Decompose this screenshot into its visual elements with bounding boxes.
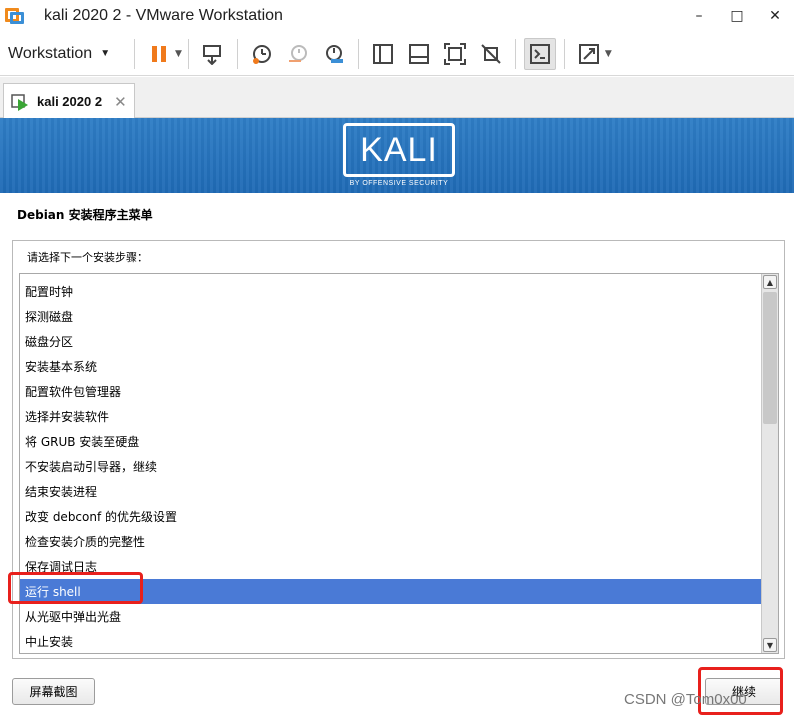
pause-icon [152,45,166,62]
close-button[interactable]: ✕ [756,0,794,32]
list-item[interactable]: 配置软件包管理器 [20,379,762,404]
installer-prompt: 请选择下一个安装步骤： [27,251,148,264]
toolbar-separator [563,38,565,69]
fullscreen-icon [443,42,466,65]
stretch-button[interactable] [573,38,605,70]
vmware-logo-icon [5,6,25,26]
kali-logo-text: KALI [360,130,438,169]
list-item[interactable]: 将 GRUB 安装至硬盘 [20,429,762,454]
list-item[interactable]: 运行 shell [20,579,762,604]
console-icon [529,43,550,64]
tab-kali-2020-2[interactable]: kali 2020 2 ✕ [3,83,135,119]
install-steps-list[interactable]: 配置时钟 探测磁盘 磁盘分区 安装基本系统 配置软件包管理器 选择并安装软件将 GRUB … [19,273,779,654]
toolbar-separator [134,38,135,69]
list-item[interactable]: 改变 debconf 的优先级设置 [20,504,762,529]
screenshot-button[interactable]: 屏幕截图 [12,678,95,705]
tab-close-icon[interactable]: ✕ [114,93,127,111]
watermark: CSDN @Tom0x00 [624,691,747,708]
vm-play-icon [11,93,28,111]
list-item[interactable]: 中止安装 [20,629,762,653]
workstation-menu[interactable]: Workstation ▼ [0,45,128,63]
list-item[interactable]: 检查安装介质的完整性 [20,529,762,554]
workstation-menu-label: Workstation [8,44,93,62]
list-item[interactable]: 不安装启动引导器，继续 [20,454,762,479]
pause-button[interactable] [143,38,175,70]
snapshot-manager-button[interactable] [318,38,350,70]
full-screen-button[interactable] [439,38,471,70]
tab-label: kali 2020 2 [37,94,103,109]
unity-button[interactable] [475,38,507,70]
list-item[interactable]: 从光驱中弹出光盘 [20,604,762,629]
unity-icon [481,43,501,64]
stretch-dropdown-icon[interactable]: ▼ [605,49,612,59]
thumbnail-bar-button[interactable] [403,38,435,70]
kali-logo-subtitle: BY OFFENSIVE SECURITY [349,180,449,187]
toolbar-separator [187,38,189,69]
list-scrollbar[interactable]: ▲ ▼ [761,274,778,653]
snapshot-button[interactable] [246,38,278,70]
pause-dropdown-icon[interactable]: ▼ [175,49,182,59]
revert-snapshot-button[interactable] [282,38,314,70]
scrollbar-thumb[interactable] [763,292,777,424]
list-item[interactable]: 保存调试日志 [20,554,762,579]
toolbar-separator [236,38,238,69]
list-item[interactable]: 安装基本系统 [20,354,762,379]
list-item[interactable]: 配置时钟 [20,279,762,304]
vm-tab-strip: kali 2020 2 ✕ [0,77,794,119]
revert-snapshot-icon [288,44,307,62]
installer-title: Debian 安装程序主菜单 [17,208,153,222]
stretch-icon [578,43,599,64]
kali-logo: KALI [343,123,455,177]
window-controls: – □ ✕ [680,0,794,32]
sidebar-icon [372,43,393,64]
thumbnail-bar-icon [408,43,429,64]
send-keys-button[interactable] [197,38,229,70]
list-item[interactable]: 探测磁盘 [20,304,762,329]
send-keys-icon [202,44,221,65]
installer-panel: 请选择下一个安装步骤： 配置时钟 探测磁盘 磁盘分区 安装基本系统 配置软件包管理器 选择… [12,240,785,659]
show-library-button[interactable] [367,38,399,70]
toolbar-separator [357,38,359,69]
kali-banner: KALI BY OFFENSIVE SECURITY [0,118,794,193]
maximize-button[interactable]: □ [718,0,756,32]
caret-down-icon: ▼ [100,48,111,59]
scroll-down-icon[interactable]: ▼ [763,638,777,652]
list-item[interactable]: 磁盘分区 [20,329,762,354]
list-item[interactable]: 选择并安装软件 [20,404,762,429]
title-bar: kali 2020 2 - VMware Workstation – □ ✕ [0,0,794,32]
toolbar-separator [514,38,516,69]
window-title: kali 2020 2 - VMware Workstation [44,7,283,24]
snapshot-manager-icon [325,44,343,63]
snapshot-icon [252,44,271,64]
minimize-button[interactable]: – [680,0,718,32]
scroll-up-icon[interactable]: ▲ [763,275,777,289]
console-view-button[interactable] [523,37,556,70]
list-item[interactable]: 结束安装进程 [20,479,762,504]
toolbar: Workstation ▼ ▼ ▼ [0,32,794,76]
